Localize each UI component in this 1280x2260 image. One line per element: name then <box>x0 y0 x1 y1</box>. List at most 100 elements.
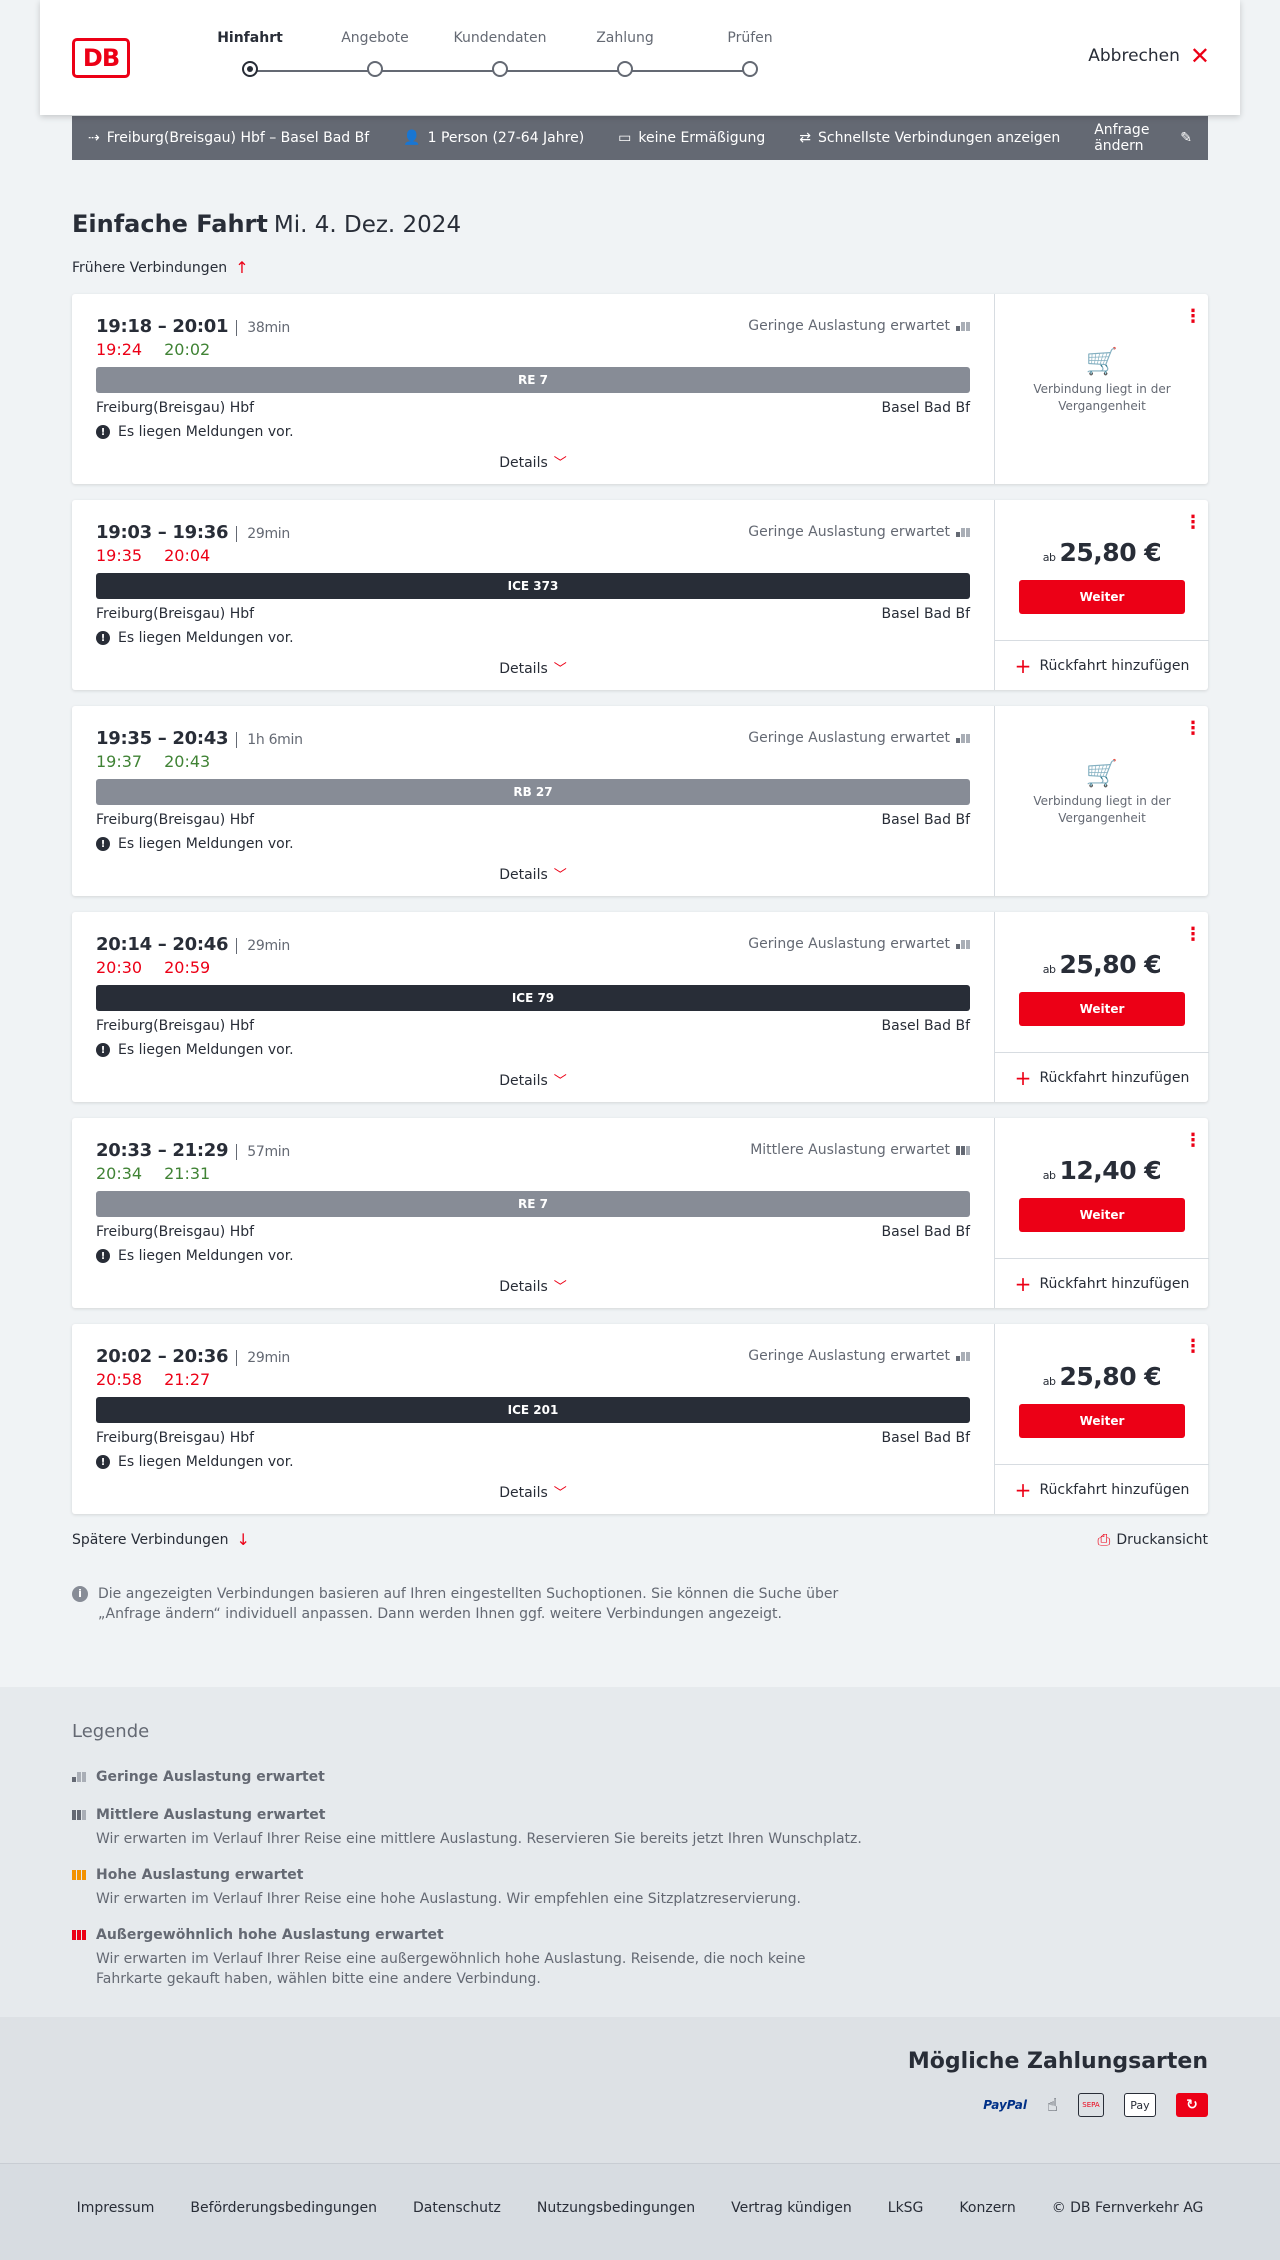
cart-unavailable-icon: 🛒 <box>1085 759 1119 789</box>
edit-request-button[interactable]: Anfrage ändern ✎ <box>1094 122 1192 154</box>
print-view-link[interactable]: ⎙ Druckansicht <box>1098 1530 1208 1550</box>
more-options-icon[interactable]: ⋮ <box>1184 926 1202 944</box>
occupancy-text: Geringe Auslastung erwartet <box>748 936 950 952</box>
offer-panel: ⋮ ab 12,40 € Weiter + Rückfahrt hinzufügen <box>994 1118 1209 1308</box>
printer-icon: ⎙ <box>1097 1530 1111 1549</box>
footer: Impressum Beförderungsbedingungen Datens… <box>0 2163 1280 2260</box>
footer-links: Impressum Beförderungsbedingungen Datens… <box>0 2200 1280 2216</box>
notice-text: Es liegen Meldungen vor. <box>118 836 294 852</box>
plus-icon: + <box>1014 1477 1032 1502</box>
footer-link-konzern[interactable]: Konzern <box>959 2200 1015 2216</box>
payment-section: Mögliche Zahlungsarten PayPal ☝ SEPA Pay… <box>0 2017 1280 2163</box>
low-load-icon <box>956 1351 970 1361</box>
origin-station: Freiburg(Breisgau) Hbf <box>96 1224 255 1240</box>
occupancy-text: Mittlere Auslastung erwartet <box>750 1142 950 1158</box>
cancel-button[interactable]: Abbrechen ✕ <box>1088 44 1210 68</box>
origin-station: Freiburg(Breisgau) Hbf <box>96 812 255 828</box>
price: ab 25,80 € <box>995 1362 1209 1391</box>
train-bar[interactable]: ICE 79 <box>96 985 970 1011</box>
price-value: 12,40 € <box>1059 1156 1162 1185</box>
add-return-button[interactable]: + Rückfahrt hinzufügen <box>995 640 1209 690</box>
more-options-icon[interactable]: ⋮ <box>1184 308 1202 326</box>
planned-times: 20:14 – 20:46 29min <box>96 934 290 955</box>
edit-request-label: Anfrage ändern <box>1094 122 1150 154</box>
train-bar[interactable]: RB 27 <box>96 779 970 805</box>
add-return-button[interactable]: + Rückfahrt hinzufügen <box>995 1258 1209 1308</box>
destination-station: Basel Bad Bf <box>881 606 970 622</box>
more-options-icon[interactable]: ⋮ <box>1184 1132 1202 1150</box>
contactless-card-icon: ☝ <box>1047 2094 1058 2116</box>
footer-link-vertrag-kuendigen[interactable]: Vertrag kündigen <box>731 2200 852 2216</box>
continue-button[interactable]: Weiter <box>1019 1404 1185 1438</box>
realtime-times: 20:58 21:27 <box>96 1370 210 1389</box>
legend-item-high: Hohe Auslastung erwartet Wir erwarten im … <box>72 1867 872 1909</box>
origin-station: Freiburg(Breisgau) Hbf <box>96 1018 255 1034</box>
origin-station: Freiburg(Breisgau) Hbf <box>96 400 255 416</box>
later-connections-link[interactable]: Spätere Verbindungen ↓ <box>72 1530 250 1549</box>
legend-item-low: Geringe Auslastung erwartet <box>72 1769 872 1785</box>
passenger-text: 1 Person (27-64 Jahre) <box>427 130 585 146</box>
footer-link-impressum[interactable]: Impressum <box>77 2200 155 2216</box>
details-toggle[interactable]: Details ﹀ <box>72 658 994 677</box>
origin-station: Freiburg(Breisgau) Hbf <box>96 1430 255 1446</box>
train-bar[interactable]: ICE 373 <box>96 573 970 599</box>
payment-title: Mögliche Zahlungsarten <box>907 2049 1208 2074</box>
more-options-icon[interactable]: ⋮ <box>1184 1338 1202 1356</box>
more-options-icon[interactable]: ⋮ <box>1184 514 1202 532</box>
more-options-icon[interactable]: ⋮ <box>1184 720 1202 738</box>
notice: ! Es liegen Meldungen vor. <box>96 1042 294 1058</box>
realtime-arrival: 20:02 <box>164 340 211 359</box>
connection-card: 20:14 – 20:46 29min 20:30 20:59 Geringe Au… <box>72 912 1209 1102</box>
footer-link-befoerderungsbedingungen[interactable]: Beförderungsbedingungen <box>190 2200 377 2216</box>
connection-info: 19:03 – 19:36 29min 19:35 20:04 Geringe Au… <box>72 500 994 690</box>
continue-button[interactable]: Weiter <box>1019 992 1185 1026</box>
offer-panel: ⋮ ab 25,80 € Weiter + Rückfahrt hinzufügen <box>994 912 1209 1102</box>
payment-icons: PayPal ☝ SEPA Pay ↻ <box>983 2093 1208 2117</box>
connection-card: 19:03 – 19:36 29min 19:35 20:04 Geringe Au… <box>72 500 1209 690</box>
low-load-icon <box>72 1772 88 1782</box>
footer-link-nutzungsbedingungen[interactable]: Nutzungsbedingungen <box>537 2200 695 2216</box>
close-icon: ✕ <box>1189 42 1210 70</box>
route-text: Freiburg(Breisgau) Hbf – Basel Bad Bf <box>106 130 370 146</box>
realtime-arrival: 20:04 <box>164 546 211 565</box>
offer-panel: ⋮ 🛒 Verbindung liegt in der Vergangenheit <box>994 294 1208 484</box>
details-toggle[interactable]: Details ﹀ <box>72 452 994 471</box>
duration: 29min <box>236 938 290 954</box>
card-icon: ▭ <box>618 130 632 146</box>
legend-desc: Wir erwarten im Verlauf Ihrer Reise eine… <box>96 1891 801 1907</box>
step-angebote: Angebote <box>305 30 445 77</box>
db-payment-icon: ↻ <box>1176 2093 1208 2117</box>
train-bar[interactable]: ICE 201 <box>96 1397 970 1423</box>
footer-link-datenschutz[interactable]: Datenschutz <box>413 2200 501 2216</box>
apple-pay-icon: Pay <box>1124 2093 1156 2117</box>
realtime-arrival: 20:43 <box>164 752 211 771</box>
details-toggle[interactable]: Details ﹀ <box>72 1482 994 1501</box>
details-toggle[interactable]: Details ﹀ <box>72 1276 994 1295</box>
past-connection-note: 🛒 Verbindung liegt in der Vergangenheit <box>995 759 1209 827</box>
continue-button[interactable]: Weiter <box>1019 580 1185 614</box>
alert-icon: ! <box>96 1249 110 1263</box>
alert-icon: ! <box>96 631 110 645</box>
realtime-arrival: 21:31 <box>164 1164 211 1183</box>
footer-link-lksg[interactable]: LkSG <box>888 2200 924 2216</box>
train-bar[interactable]: RE 7 <box>96 1191 970 1217</box>
earlier-connections-link[interactable]: Frühere Verbindungen ↑ <box>72 258 249 277</box>
notice: ! Es liegen Meldungen vor. <box>96 630 294 646</box>
step-dot <box>742 61 758 77</box>
time-range: 19:18 – 20:01 <box>96 316 229 337</box>
train-bar[interactable]: RE 7 <box>96 367 970 393</box>
realtime-departure: 20:30 <box>96 958 143 977</box>
step-dot <box>367 61 383 77</box>
add-return-label: Rückfahrt hinzufügen <box>1039 1481 1190 1498</box>
details-toggle[interactable]: Details ﹀ <box>72 864 994 883</box>
add-return-button[interactable]: + Rückfahrt hinzufügen <box>995 1052 1209 1102</box>
add-return-button[interactable]: + Rückfahrt hinzufügen <box>995 1464 1209 1514</box>
notice: ! Es liegen Meldungen vor. <box>96 1454 294 1470</box>
continue-button[interactable]: Weiter <box>1019 1198 1185 1232</box>
apple-pay-label: Pay <box>1130 2098 1150 2112</box>
details-toggle[interactable]: Details ﹀ <box>72 1070 994 1089</box>
duration: 29min <box>236 1350 290 1366</box>
price-value: 25,80 € <box>1059 950 1162 979</box>
db-logo[interactable]: DB <box>72 38 130 78</box>
planned-times: 19:18 – 20:01 38min <box>96 316 290 337</box>
